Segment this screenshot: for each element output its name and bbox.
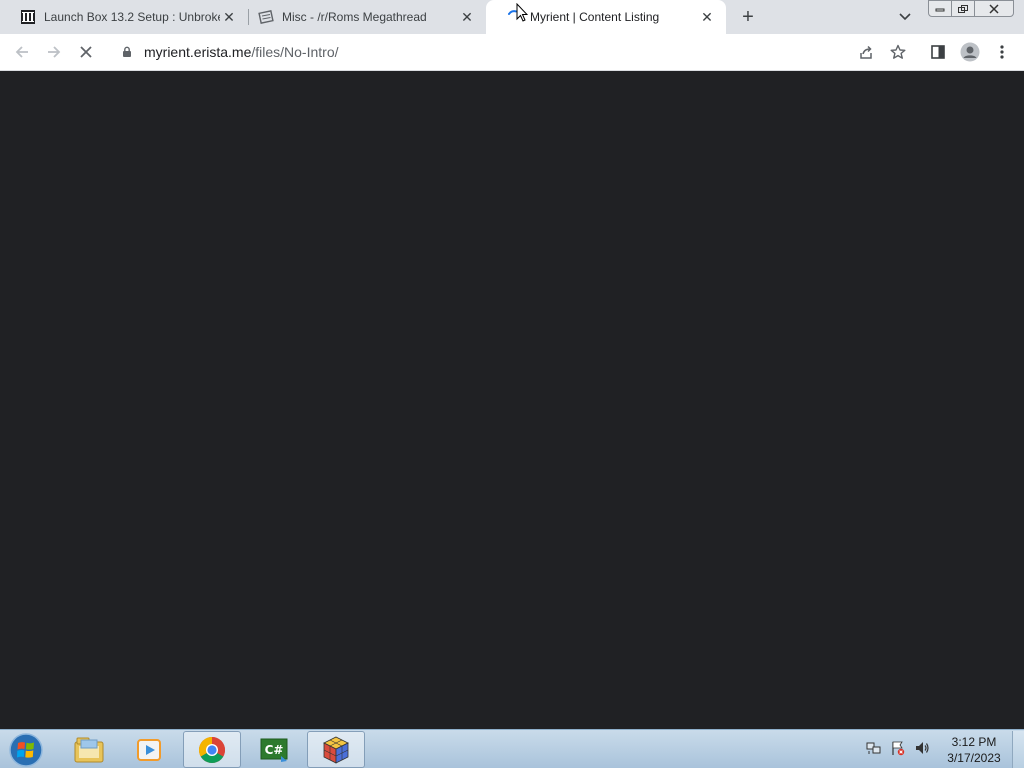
tab-strip: Launch Box 13.2 Setup : Unbroke ✕ Misc -… bbox=[0, 0, 1024, 34]
url-path: /files/No-Intro/ bbox=[251, 44, 339, 60]
taskbar-explorer[interactable] bbox=[60, 731, 118, 768]
page-content bbox=[0, 71, 1024, 729]
tab-roms-megathread[interactable]: Misc - /r/Roms Megathread ✕ bbox=[238, 0, 486, 34]
chrome-icon bbox=[198, 736, 226, 763]
browser-toolbar: myrient.erista.me/files/No-Intro/ bbox=[0, 34, 1024, 71]
window-controls bbox=[928, 0, 1014, 17]
close-tab-icon[interactable]: ✕ bbox=[458, 8, 476, 26]
close-window-button[interactable] bbox=[974, 0, 1014, 17]
taskbar: C# 3:12 PM 3/17/2023 bbox=[0, 729, 1024, 768]
tab-launchbox[interactable]: Launch Box 13.2 Setup : Unbroke ✕ bbox=[0, 0, 248, 34]
url-host: myrient.erista.me bbox=[144, 44, 252, 60]
kebab-menu-icon[interactable] bbox=[990, 40, 1014, 64]
lock-icon[interactable] bbox=[120, 45, 134, 59]
system-clock[interactable]: 3:12 PM 3/17/2023 bbox=[942, 734, 1006, 766]
close-tab-icon[interactable]: ✕ bbox=[220, 8, 238, 26]
side-panel-icon[interactable] bbox=[926, 40, 950, 64]
mouse-cursor-icon bbox=[516, 3, 528, 22]
address-bar[interactable]: myrient.erista.me/files/No-Intro/ bbox=[108, 37, 918, 67]
minimize-button[interactable] bbox=[928, 0, 952, 17]
start-button[interactable] bbox=[6, 731, 46, 768]
svg-text:C#: C# bbox=[265, 743, 284, 757]
windows-logo-icon bbox=[9, 732, 43, 767]
clock-time: 3:12 PM bbox=[951, 735, 997, 749]
explorer-icon bbox=[74, 737, 104, 762]
network-icon[interactable] bbox=[866, 738, 882, 758]
volume-icon[interactable] bbox=[914, 738, 930, 758]
stop-loading-button[interactable] bbox=[74, 40, 98, 64]
new-tab-button[interactable]: + bbox=[737, 6, 759, 28]
media-player-icon bbox=[137, 738, 161, 761]
forward-button[interactable] bbox=[42, 40, 66, 64]
taskbar-chrome[interactable] bbox=[183, 731, 241, 768]
taskbar-cube-app[interactable] bbox=[307, 731, 365, 768]
cube-app-icon bbox=[323, 736, 349, 764]
restore-button[interactable] bbox=[951, 0, 975, 17]
tab-title: Launch Box 13.2 Setup : Unbroke bbox=[44, 10, 220, 24]
show-desktop-button[interactable] bbox=[1012, 731, 1024, 768]
taskbar-csharp[interactable]: C# bbox=[245, 731, 303, 768]
tab-title: Misc - /r/Roms Megathread bbox=[282, 10, 427, 24]
url-text: myrient.erista.me/files/No-Intro/ bbox=[144, 44, 339, 60]
taskbar-media-player[interactable] bbox=[120, 731, 178, 768]
profile-avatar-icon[interactable] bbox=[958, 40, 982, 64]
back-button[interactable] bbox=[10, 40, 34, 64]
share-icon[interactable] bbox=[854, 40, 878, 64]
csharp-icon: C# bbox=[260, 738, 288, 762]
action-center-flag-icon[interactable] bbox=[890, 738, 906, 758]
page-icon bbox=[258, 9, 274, 25]
columns-icon bbox=[20, 9, 36, 25]
tab-search-chevron-icon[interactable] bbox=[896, 8, 914, 26]
bookmark-star-icon[interactable] bbox=[886, 40, 910, 64]
tab-title: Myrient | Content Listing bbox=[530, 10, 660, 24]
close-tab-icon[interactable]: ✕ bbox=[698, 8, 716, 26]
clock-date: 3/17/2023 bbox=[947, 751, 1001, 765]
